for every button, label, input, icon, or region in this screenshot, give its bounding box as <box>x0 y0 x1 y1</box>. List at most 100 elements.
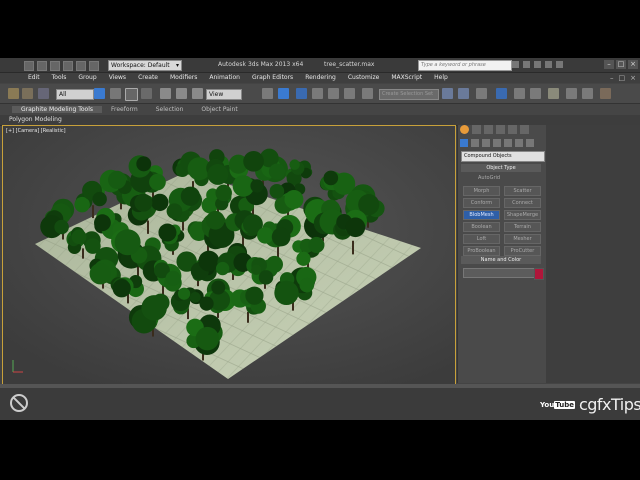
object-type-button[interactable]: Mesher <box>504 234 541 244</box>
close-doc-icon[interactable]: × <box>630 74 636 82</box>
save-file-icon[interactable] <box>50 61 60 71</box>
menu-item[interactable]: Group <box>78 74 96 81</box>
tab-graphite-modeling-tools[interactable]: Graphite Modeling Tools <box>12 106 103 113</box>
help-icon[interactable] <box>556 61 563 68</box>
snaps-toggle-icon[interactable] <box>296 88 307 99</box>
spinner-snap-icon[interactable] <box>344 88 355 99</box>
minimize-doc-icon[interactable]: – <box>610 74 614 82</box>
reference-coordinate-dropdown[interactable]: View <box>206 89 242 100</box>
render-setup-icon[interactable] <box>566 88 577 99</box>
rectangular-selection-icon[interactable] <box>125 88 138 101</box>
menu-item[interactable]: MAXScript <box>391 74 422 81</box>
menu-item[interactable]: Edit <box>28 74 40 81</box>
menu-item[interactable]: Views <box>109 74 126 81</box>
systems-icon[interactable] <box>526 139 534 147</box>
workspace-dropdown[interactable]: Workspace: Default <box>108 60 182 71</box>
create-tab-icon[interactable] <box>460 125 469 134</box>
tab-freeform[interactable]: Freeform <box>102 106 147 113</box>
object-color-swatch[interactable] <box>534 268 544 280</box>
object-type-button[interactable]: ProCutter <box>504 246 541 256</box>
object-category-dropdown[interactable]: Compound Objects <box>461 151 545 162</box>
select-and-link-icon[interactable] <box>38 88 49 99</box>
object-type-button[interactable]: Scatter <box>504 186 541 196</box>
space-warps-icon[interactable] <box>515 139 523 147</box>
material-editor-icon[interactable] <box>548 88 559 99</box>
angle-snap-icon[interactable] <box>312 88 323 99</box>
rendered-frame-window-icon[interactable] <box>582 88 593 99</box>
name-and-color-rollout[interactable]: Name and Color <box>461 256 541 264</box>
close-icon[interactable]: × <box>628 60 638 69</box>
display-tab-icon[interactable] <box>508 125 517 134</box>
infocenter-search-input[interactable]: Type a keyword or phrase <box>418 60 512 71</box>
communication-icon[interactable] <box>534 61 541 68</box>
menu-item[interactable]: Help <box>434 74 448 81</box>
new-file-icon[interactable] <box>24 61 34 71</box>
favorites-icon[interactable] <box>545 61 552 68</box>
menu-item[interactable]: Rendering <box>305 74 336 81</box>
hierarchy-tab-icon[interactable] <box>484 125 493 134</box>
shapes-icon[interactable] <box>471 139 479 147</box>
tab-object-paint[interactable]: Object Paint <box>192 106 246 113</box>
subscription-icon[interactable] <box>523 61 530 68</box>
edit-named-selection-icon[interactable] <box>362 88 373 99</box>
curve-editor-icon[interactable] <box>514 88 525 99</box>
minimize-icon[interactable]: – <box>604 60 614 69</box>
object-type-button[interactable]: Boolean <box>463 222 500 232</box>
percent-snap-icon[interactable] <box>328 88 339 99</box>
mirror-icon[interactable] <box>442 88 453 99</box>
undo-icon[interactable] <box>63 61 73 71</box>
layer-manager-icon[interactable] <box>476 88 487 99</box>
utilities-tab-icon[interactable] <box>520 125 529 134</box>
menu-item[interactable]: Tools <box>52 74 67 81</box>
select-and-rotate-icon[interactable] <box>176 88 187 99</box>
select-and-scale-icon[interactable] <box>192 88 203 99</box>
restore-doc-icon[interactable]: □ <box>619 74 626 82</box>
project-folder-icon[interactable] <box>89 61 99 71</box>
menu-item[interactable]: Modifiers <box>170 74 197 81</box>
cameras-icon[interactable] <box>493 139 501 147</box>
pivot-center-icon[interactable] <box>262 88 273 99</box>
camera-viewport[interactable]: [+] [Camera] [Realistic] cgfxTips <box>2 125 456 385</box>
object-type-rollout[interactable]: Object Type <box>461 164 541 172</box>
window-crossing-icon[interactable] <box>141 88 152 99</box>
command-panel: Compound Objects Object Type AutoGrid Mo… <box>457 125 546 383</box>
redo-icon[interactable] <box>76 61 86 71</box>
undo-toolbar-icon[interactable] <box>8 88 19 99</box>
align-icon[interactable] <box>458 88 469 99</box>
polygon-modeling-label[interactable]: Polygon Modeling <box>9 116 62 123</box>
viewport-label[interactable]: [+] [Camera] [Realistic] <box>6 128 66 134</box>
object-type-button[interactable]: ShapeMerge <box>504 210 541 220</box>
select-manipulate-icon[interactable] <box>278 88 289 99</box>
selection-filter-dropdown[interactable]: All <box>56 89 94 100</box>
menu-item[interactable]: Customize <box>348 74 380 81</box>
select-by-name-icon[interactable] <box>110 88 121 99</box>
menu-item[interactable]: Create <box>138 74 158 81</box>
schematic-view-icon[interactable] <box>530 88 541 99</box>
redo-toolbar-icon[interactable] <box>22 88 33 99</box>
object-type-button[interactable]: Loft <box>463 234 500 244</box>
modify-tab-icon[interactable] <box>472 125 481 134</box>
helpers-icon[interactable] <box>504 139 512 147</box>
object-type-button[interactable]: ProBoolean <box>463 246 500 256</box>
graphite-toggle-icon[interactable] <box>496 88 507 99</box>
tab-selection[interactable]: Selection <box>147 106 193 113</box>
menu-item[interactable]: Graph Editors <box>252 74 293 81</box>
named-selection-sets-dropdown[interactable]: Create Selection Set <box>379 89 439 100</box>
object-name-input[interactable] <box>463 268 535 278</box>
object-type-button[interactable]: Connect <box>504 198 541 208</box>
object-type-button[interactable]: Conform <box>463 198 500 208</box>
object-type-button[interactable]: BlobMesh <box>463 210 500 220</box>
object-type-button[interactable]: Terrain <box>504 222 541 232</box>
lights-icon[interactable] <box>482 139 490 147</box>
render-production-icon[interactable] <box>600 88 611 99</box>
object-type-button[interactable]: Morph <box>463 186 500 196</box>
select-and-move-icon[interactable] <box>160 88 171 99</box>
motion-tab-icon[interactable] <box>496 125 505 134</box>
geometry-icon[interactable] <box>460 139 468 147</box>
menu-item[interactable]: Animation <box>209 74 240 81</box>
autogrid-checkbox[interactable]: AutoGrid <box>478 175 500 181</box>
select-object-icon[interactable] <box>94 88 105 99</box>
open-file-icon[interactable] <box>37 61 47 71</box>
search-icon[interactable] <box>512 61 519 68</box>
maximize-icon[interactable]: □ <box>616 60 626 69</box>
